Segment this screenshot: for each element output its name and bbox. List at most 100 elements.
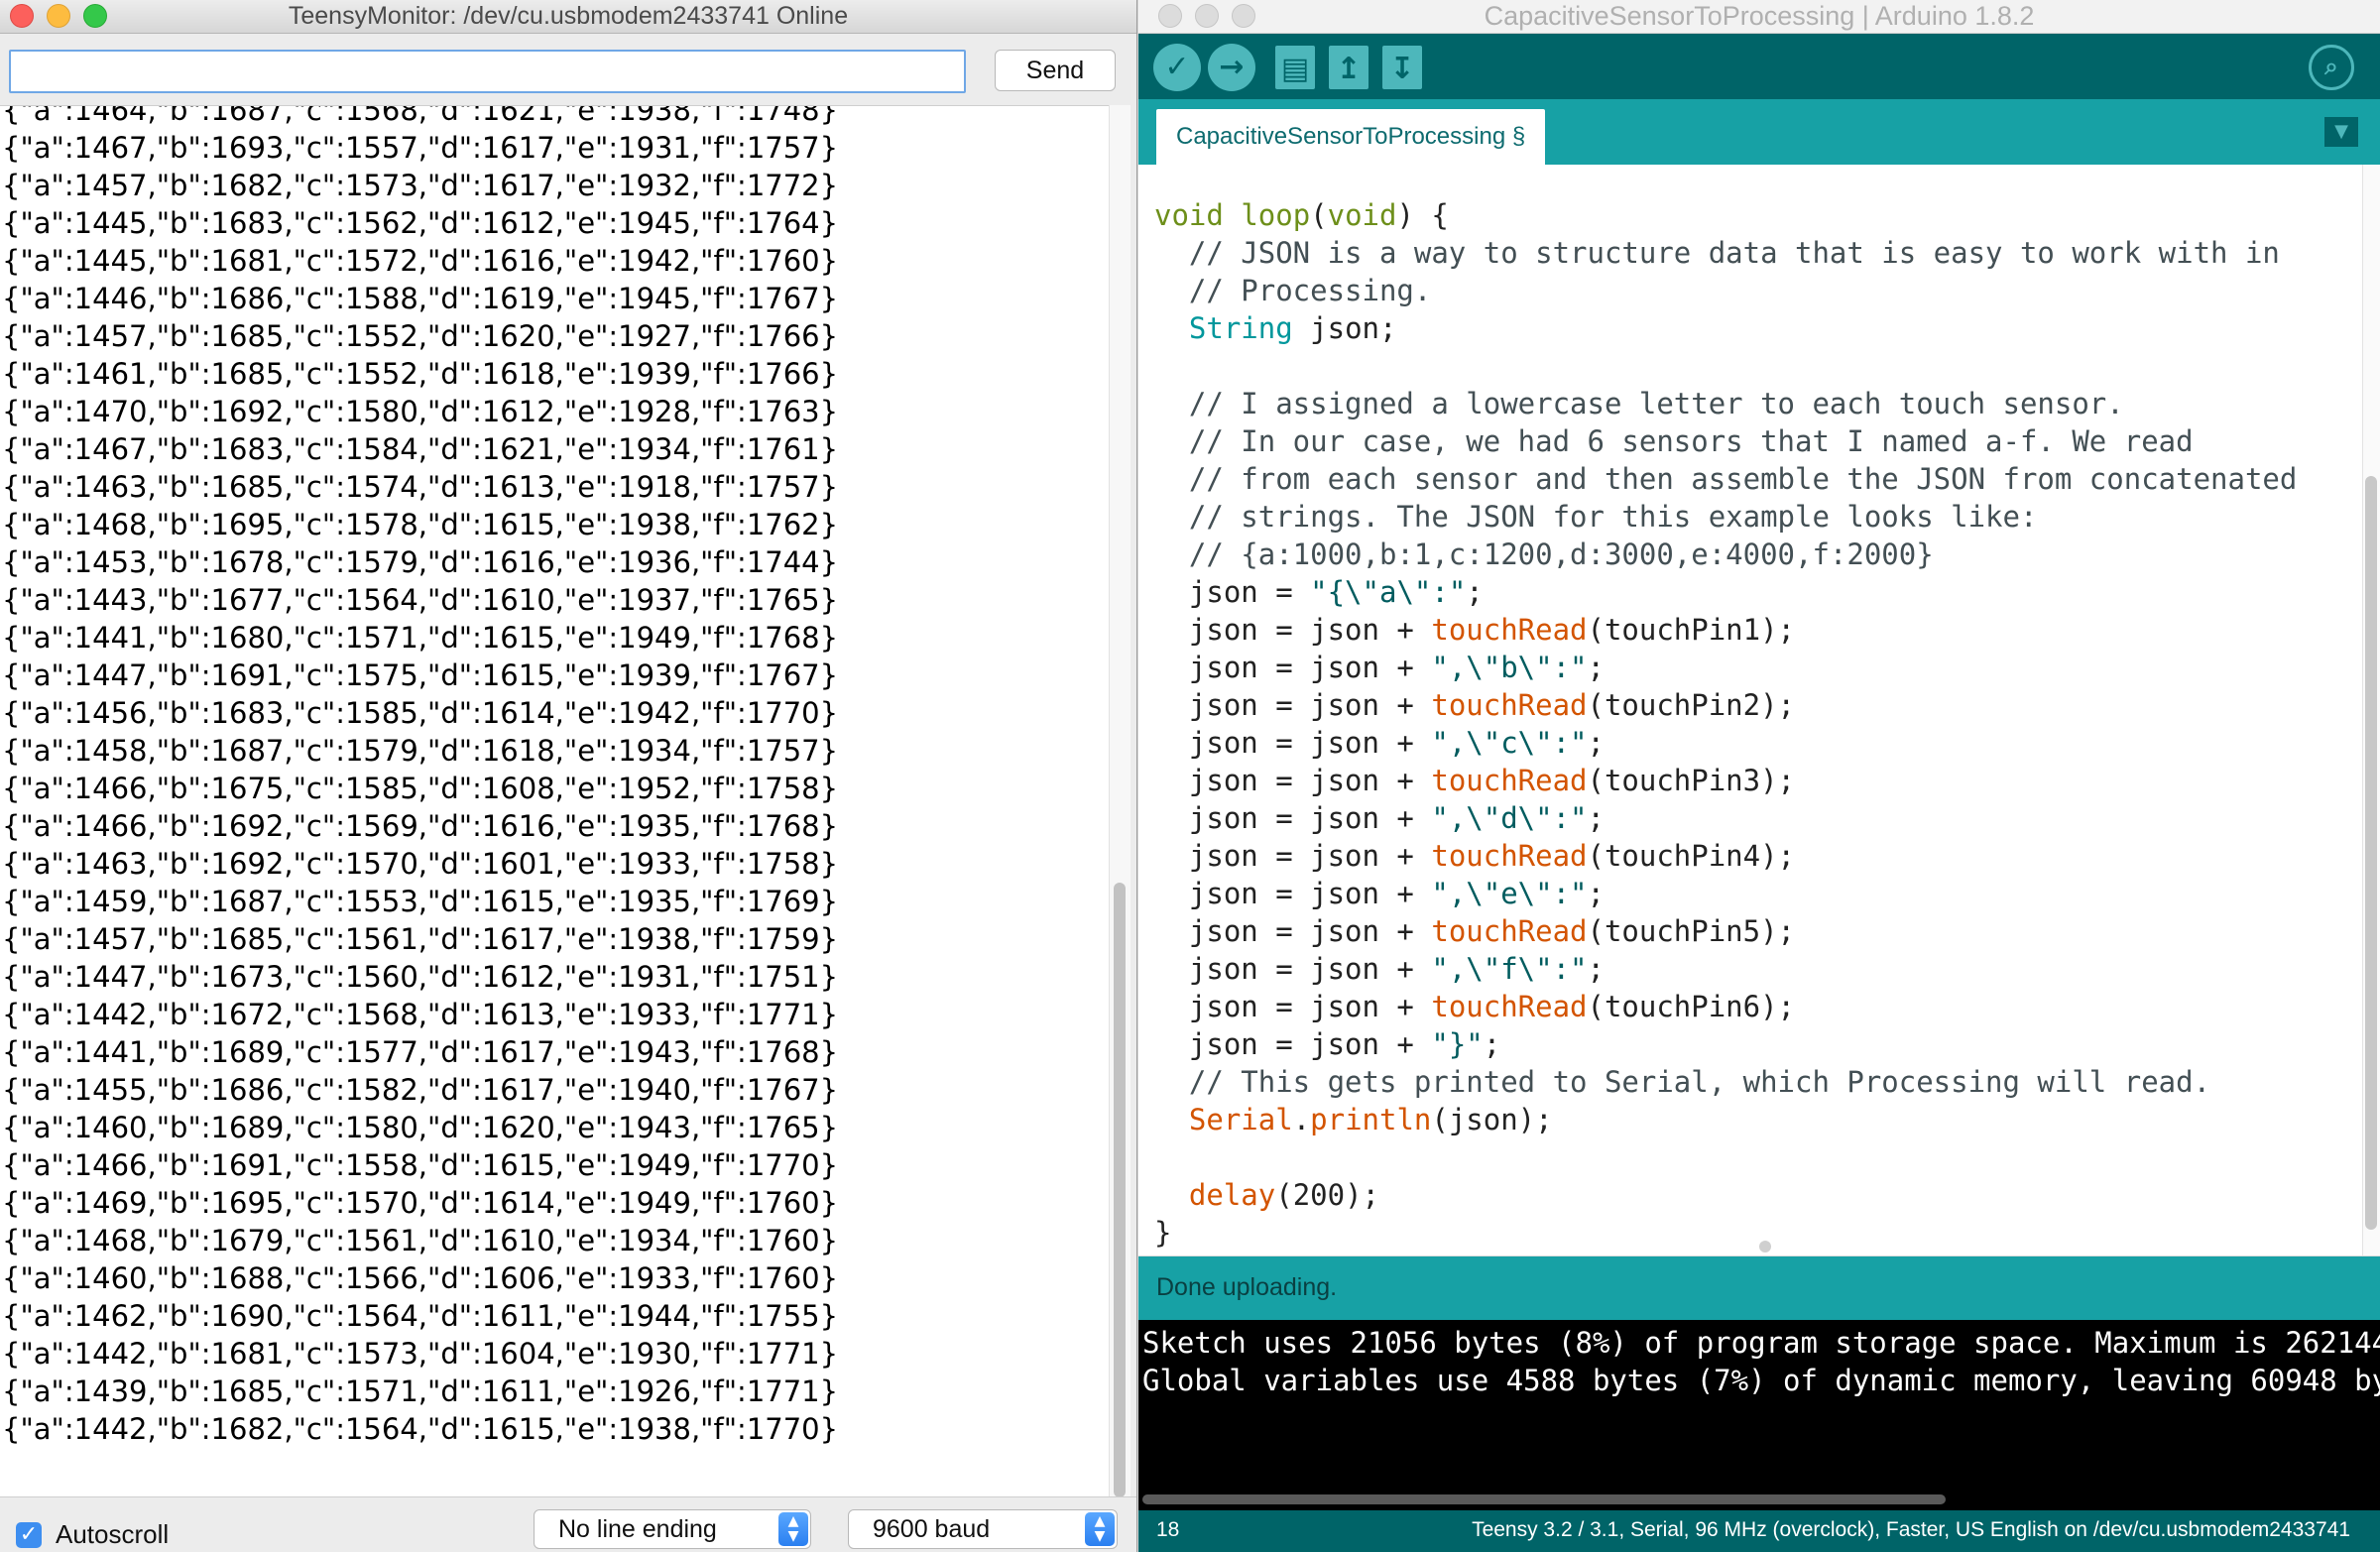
code-token: json = json + xyxy=(1154,839,1432,873)
code-token: (touchPin5); xyxy=(1587,914,1796,948)
code-line: // Processing. xyxy=(1154,272,2297,309)
code-token: delay xyxy=(1188,1178,1276,1212)
ide-title: CapacitiveSensorToProcessing | Arduino 1… xyxy=(1484,1,2035,31)
ide-footer: 18 Teensy 3.2 / 3.1, Serial, 96 MHz (ove… xyxy=(1138,1510,2380,1552)
serial-line: {"a":1456,"b":1683,"c":1585,"d":1614,"e"… xyxy=(2,696,839,730)
serial-line: {"a":1459,"b":1687,"c":1553,"d":1615,"e"… xyxy=(2,885,839,918)
send-button[interactable]: Send xyxy=(995,50,1116,91)
serial-monitor-window: TeensyMonitor: /dev/cu.usbmodem2433741 O… xyxy=(0,0,1137,1552)
board-info: Teensy 3.2 / 3.1, Serial, 96 MHz (overcl… xyxy=(1472,1518,2350,1541)
serial-line: {"a":1441,"b":1680,"c":1571,"d":1615,"e"… xyxy=(2,621,839,655)
code-token: // {a:1000,b:1,c:1200,d:3000,e:4000,f:20… xyxy=(1154,537,1934,571)
serial-line: {"a":1463,"b":1685,"c":1574,"d":1613,"e"… xyxy=(2,470,839,504)
code-line: // strings. The JSON for this example lo… xyxy=(1154,498,2297,536)
code-token: ; xyxy=(1587,726,1605,760)
tab-sketch[interactable]: CapacitiveSensorToProcessing § xyxy=(1156,109,1546,165)
code-token: touchRead xyxy=(1431,990,1588,1023)
code-token: (touchPin6); xyxy=(1587,990,1796,1023)
baud-rate-select[interactable]: 9600 baud ▲ ▼ xyxy=(848,1509,1118,1549)
serial-monitor-icon[interactable]: ⌕ xyxy=(2309,45,2354,90)
serial-line: {"a":1442,"b":1672,"c":1568,"d":1613,"e"… xyxy=(2,998,839,1031)
line-ending-value: No line ending xyxy=(558,1515,717,1543)
code-token: json = json + xyxy=(1154,990,1432,1023)
code-token: ; xyxy=(1587,877,1605,910)
save-icon[interactable]: ↧ xyxy=(1382,46,1422,89)
serial-line: {"a":1461,"b":1685,"c":1552,"d":1618,"e"… xyxy=(2,357,839,391)
code-token: // from each sensor and then assemble th… xyxy=(1154,462,2298,496)
serial-line: {"a":1446,"b":1686,"c":1588,"d":1619,"e"… xyxy=(2,282,839,315)
autoscroll-checkbox[interactable]: ✓ xyxy=(16,1522,42,1548)
console-horizontal-scrollbar[interactable] xyxy=(1142,1494,1946,1504)
serial-line: {"a":1457,"b":1685,"c":1552,"d":1620,"e"… xyxy=(2,319,839,353)
serial-line: {"a":1466,"b":1691,"c":1558,"d":1615,"e"… xyxy=(2,1148,839,1182)
arduino-ide-window: CapacitiveSensorToProcessing | Arduino 1… xyxy=(1138,0,2380,1552)
status-text: Done uploading. xyxy=(1156,1273,1338,1301)
editor-scrollbar-thumb[interactable] xyxy=(2365,476,2377,1230)
serial-line: {"a":1468,"b":1679,"c":1561,"d":1610,"e"… xyxy=(2,1224,839,1257)
split-drag-handle[interactable] xyxy=(1759,1241,1771,1253)
ide-toolbar: ✓ → ▤ ↥ ↧ ⌕ xyxy=(1138,34,2380,99)
code-token: ; xyxy=(1483,1027,1501,1061)
code-token: json = json + xyxy=(1154,613,1432,647)
serial-line: {"a":1442,"b":1681,"c":1573,"d":1604,"e"… xyxy=(2,1337,839,1371)
serial-line: {"a":1460,"b":1688,"c":1566,"d":1606,"e"… xyxy=(2,1261,839,1295)
code-token: json = xyxy=(1154,575,1311,609)
code-token: . xyxy=(1292,1103,1311,1136)
verify-icon[interactable]: ✓ xyxy=(1153,44,1201,91)
new-icon[interactable]: ▤ xyxy=(1275,46,1315,89)
tab-menu-chevron-down-icon[interactable]: ▼ xyxy=(2324,117,2358,147)
code-token: touchRead xyxy=(1431,839,1588,873)
code-line: void loop(void) { xyxy=(1154,196,2297,234)
code-token: ) { xyxy=(1396,198,1449,232)
serial-output: {"a":1464,"b":1687,"c":1568,"d":1621,"e"… xyxy=(0,105,1120,1496)
status-bar: Done uploading. xyxy=(1138,1256,2380,1320)
select-stepper-icon: ▲ ▼ xyxy=(778,1512,808,1546)
line-ending-select[interactable]: No line ending ▲ ▼ xyxy=(534,1509,811,1549)
code-token: json; xyxy=(1292,311,1397,345)
code-line: json = json + ",\"d\":"; xyxy=(1154,799,2297,837)
code-token: // JSON is a way to structure data that … xyxy=(1154,236,2280,270)
code-line: json = json + touchRead(touchPin6); xyxy=(1154,988,2297,1025)
code-token: void xyxy=(1154,198,1224,232)
open-icon[interactable]: ↥ xyxy=(1329,46,1368,89)
code-line: json = json + touchRead(touchPin5); xyxy=(1154,912,2297,950)
code-line: Serial.println(json); xyxy=(1154,1101,2297,1138)
code-token: (touchPin3); xyxy=(1587,764,1796,797)
serial-line: {"a":1462,"b":1690,"c":1564,"d":1611,"e"… xyxy=(2,1299,839,1333)
code-lines: void loop(void) { // JSON is a way to st… xyxy=(1154,196,2297,1252)
code-token: touchRead xyxy=(1431,613,1588,647)
code-token: (touchPin4); xyxy=(1587,839,1796,873)
send-input[interactable] xyxy=(9,50,966,93)
code-line: json = json + touchRead(touchPin2); xyxy=(1154,686,2297,724)
code-token: // I assigned a lowercase letter to each… xyxy=(1154,387,2124,420)
code-line: // JSON is a way to structure data that … xyxy=(1154,234,2297,272)
serial-line: {"a":1442,"b":1682,"c":1564,"d":1615,"e"… xyxy=(2,1412,839,1446)
code-token: } xyxy=(1154,1216,1172,1250)
code-token: touchRead xyxy=(1431,764,1588,797)
code-line: delay(200); xyxy=(1154,1176,2297,1214)
code-token: ",\"e\":" xyxy=(1431,877,1588,910)
serial-line: {"a":1469,"b":1695,"c":1570,"d":1614,"e"… xyxy=(2,1186,839,1220)
baud-rate-value: 9600 baud xyxy=(873,1515,991,1543)
code-token: json = json + xyxy=(1154,914,1432,948)
upload-icon[interactable]: → xyxy=(1208,44,1255,91)
code-token: println xyxy=(1310,1103,1432,1136)
serial-lines: {"a":1464,"b":1687,"c":1568,"d":1621,"e"… xyxy=(2,106,839,1448)
serial-line: {"a":1466,"b":1692,"c":1569,"d":1616,"e"… xyxy=(2,809,839,843)
code-editor[interactable]: void loop(void) { // JSON is a way to st… xyxy=(1138,165,2362,1255)
serial-line: {"a":1445,"b":1681,"c":1572,"d":1616,"e"… xyxy=(2,244,839,278)
code-token: ",\"f\":" xyxy=(1431,952,1588,986)
code-token: "{\"a\":" xyxy=(1310,575,1467,609)
code-token: Serial xyxy=(1188,1103,1293,1136)
code-line: json = json + ",\"f\":"; xyxy=(1154,950,2297,988)
serial-line: {"a":1467,"b":1693,"c":1557,"d":1617,"e"… xyxy=(2,131,839,165)
code-line: json = json + ",\"c\":"; xyxy=(1154,724,2297,762)
serial-line: {"a":1467,"b":1683,"c":1584,"d":1621,"e"… xyxy=(2,432,839,466)
console-lines: Sketch uses 21056 bytes (8%) of program … xyxy=(1142,1324,2380,1399)
serial-scrollbar-thumb[interactable] xyxy=(1114,883,1126,1497)
code-line: json = json + "}"; xyxy=(1154,1025,2297,1063)
code-line: json = json + ",\"b\":"; xyxy=(1154,649,2297,686)
